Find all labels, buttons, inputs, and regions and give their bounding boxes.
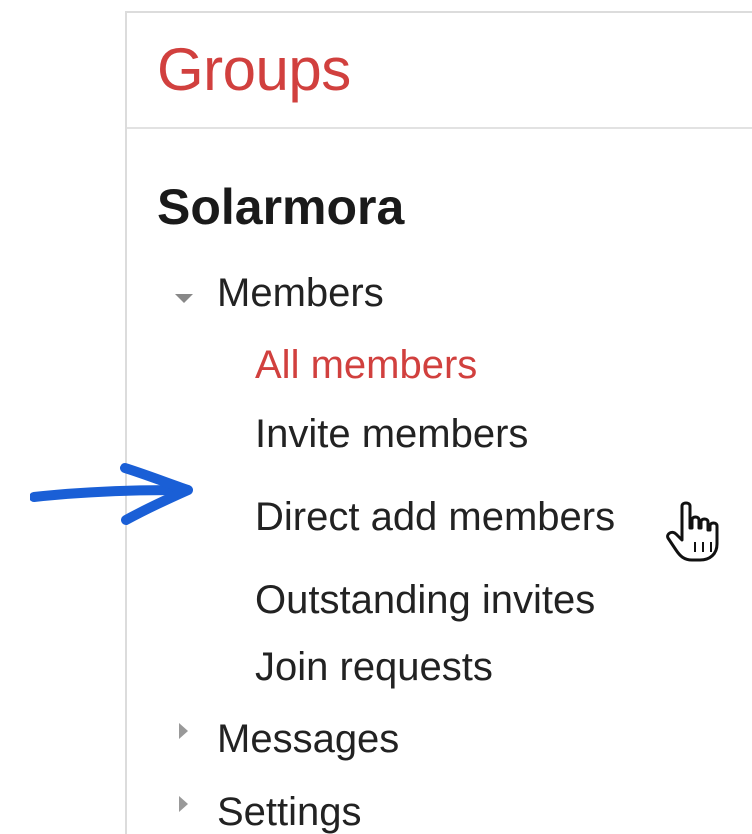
page-title: Groups	[157, 36, 351, 103]
screenshot-canvas: Groups Solarmora Members All members Inv…	[0, 0, 752, 834]
hand-cursor-icon	[666, 501, 719, 562]
panel-header: Groups	[127, 13, 752, 129]
group-name[interactable]: Solarmora	[157, 179, 404, 235]
nav-messages[interactable]: Messages	[217, 715, 399, 763]
caret-down-icon[interactable]	[175, 294, 193, 303]
nav-settings[interactable]: Settings	[217, 788, 362, 834]
arrow-annotation	[30, 463, 193, 525]
groups-sidebar: Groups Solarmora Members All members Inv…	[125, 11, 752, 834]
nav-join-requests[interactable]: Join requests	[255, 643, 493, 691]
nav-outstanding-invites[interactable]: Outstanding invites	[255, 576, 595, 624]
nav-invite-members[interactable]: Invite members	[255, 410, 528, 458]
caret-right-icon[interactable]	[179, 796, 188, 812]
nav-all-members[interactable]: All members	[255, 341, 477, 389]
nav-members[interactable]: Members	[217, 269, 384, 317]
nav-direct-add-members[interactable]: Direct add members	[255, 493, 615, 541]
caret-right-icon[interactable]	[179, 723, 188, 739]
